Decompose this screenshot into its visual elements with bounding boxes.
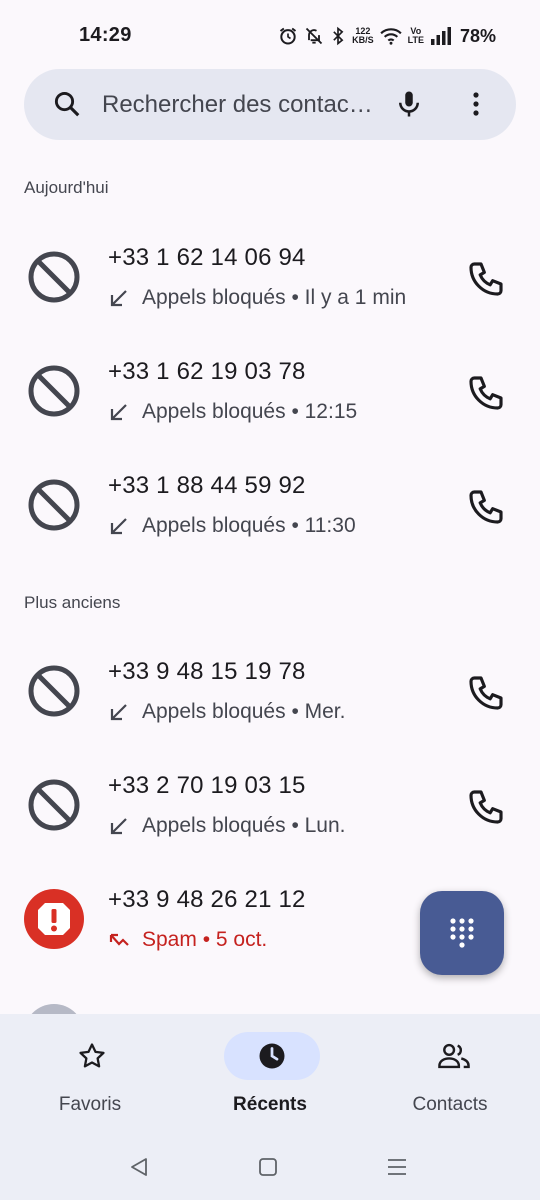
recents-menu-icon[interactable] xyxy=(386,1156,408,1178)
call-detail: Appels bloqués • 11:30 xyxy=(108,514,356,538)
incoming-arrow-icon xyxy=(110,818,127,835)
call-detail: Appels bloqués • Lun. xyxy=(108,814,346,838)
phone-icon[interactable] xyxy=(466,673,506,713)
star-icon xyxy=(79,1043,105,1068)
call-detail-text: Appels bloqués • Il y a 1 min xyxy=(142,286,407,309)
incoming-arrow-icon xyxy=(110,404,127,421)
phone-icon[interactable] xyxy=(466,259,506,299)
phone-icon[interactable] xyxy=(466,373,506,413)
back-icon[interactable] xyxy=(128,1156,150,1178)
volte-indicator: Vo LTE xyxy=(407,26,424,45)
nav-icon-container xyxy=(404,1032,500,1080)
home-icon[interactable] xyxy=(258,1156,278,1178)
incoming-arrow-icon xyxy=(110,290,127,307)
nav-icon-container xyxy=(44,1032,140,1080)
nav-item-recents[interactable]: Récents xyxy=(180,1014,360,1142)
call-detail-text: Appels bloqués • Lun. xyxy=(142,814,346,837)
blocked-icon xyxy=(28,779,80,831)
call-detail-text: Appels bloqués • Mer. xyxy=(142,700,346,723)
alarm-icon xyxy=(280,27,297,45)
bluetooth-icon xyxy=(333,26,344,46)
phone-icon[interactable] xyxy=(466,487,506,527)
people-icon xyxy=(438,1043,470,1069)
call-number: +33 9 48 26 21 12 xyxy=(108,886,306,913)
nav-label-favorites: Favoris xyxy=(58,1094,122,1115)
call-row[interactable]: +33 9 48 15 19 78 Appels bloqués • Mer. xyxy=(0,636,540,750)
bell-off-icon xyxy=(305,27,323,45)
nav-label-contacts: Contacts xyxy=(412,1094,488,1115)
status-icons: 122 KB/S Vo LTE 78% xyxy=(278,22,496,50)
call-detail: Appels bloqués • 12:15 xyxy=(108,400,357,424)
missed-call-icon xyxy=(109,933,129,946)
section-header-older: Plus anciens xyxy=(24,593,121,612)
section-header-today: Aujourd'hui xyxy=(24,178,109,197)
dialpad-icon xyxy=(450,918,474,948)
mic-icon[interactable] xyxy=(394,89,424,119)
wifi-icon xyxy=(379,28,402,45)
net-speed: 122 KB/S xyxy=(352,26,374,45)
status-time: 14:29 xyxy=(79,24,132,46)
call-detail: Appels bloqués • Mer. xyxy=(108,700,345,724)
blocked-icon xyxy=(28,251,80,303)
call-detail: Appels bloqués • Il y a 1 min xyxy=(108,286,406,310)
nav-active-indicator xyxy=(224,1032,320,1080)
incoming-arrow-icon xyxy=(110,518,127,535)
nav-item-favorites[interactable]: Favoris xyxy=(0,1014,180,1142)
battery-level: 78% xyxy=(459,25,496,46)
phone-icon[interactable] xyxy=(466,787,506,827)
blocked-icon xyxy=(28,665,80,717)
search-bar[interactable]: Rechercher des contacts et des lieux xyxy=(24,69,516,140)
call-number: +33 9 48 15 19 78 xyxy=(108,658,306,685)
call-row[interactable]: +33 1 62 14 06 94 Appels bloqués • Il y … xyxy=(0,222,540,336)
signal-icon xyxy=(430,27,451,45)
call-number: +33 1 62 14 06 94 xyxy=(108,244,306,271)
call-row[interactable]: +33 2 70 19 03 15 Appels bloqués • Lun. xyxy=(0,750,540,864)
system-navigation-bar xyxy=(0,1142,540,1200)
search-input[interactable]: Rechercher des contacts et des lieux xyxy=(102,69,377,140)
clock-icon xyxy=(259,1043,285,1069)
nav-item-contacts[interactable]: Contacts xyxy=(360,1014,540,1142)
more-vert-icon[interactable] xyxy=(464,89,488,119)
call-row[interactable]: +33 1 88 44 59 92 Appels bloqués • 11:30 xyxy=(0,450,540,564)
blocked-icon xyxy=(28,479,80,531)
spam-icon xyxy=(24,889,84,949)
nav-label-recents: Récents xyxy=(233,1094,307,1115)
call-row[interactable]: +33 1 62 19 03 78 Appels bloqués • 12:15 xyxy=(0,336,540,450)
call-detail-text: Spam • 5 oct. xyxy=(142,928,268,951)
call-detail-text: Appels bloqués • 12:15 xyxy=(142,400,358,423)
call-number: +33 1 88 44 59 92 xyxy=(108,472,306,499)
call-number: +33 1 62 19 03 78 xyxy=(108,358,306,385)
dialpad-button[interactable] xyxy=(420,891,504,975)
status-bar: 14:29 122 KB/S Vo LTE 78% xyxy=(0,0,540,72)
bottom-navigation: Favoris Récents Contacts xyxy=(0,1014,540,1142)
incoming-arrow-icon xyxy=(110,704,127,721)
search-icon[interactable] xyxy=(52,89,82,119)
call-number: +33 2 70 19 03 15 xyxy=(108,772,306,799)
call-detail: Spam • 5 oct. xyxy=(108,928,267,952)
blocked-icon xyxy=(28,365,80,417)
call-detail-text: Appels bloqués • 11:30 xyxy=(142,514,356,537)
